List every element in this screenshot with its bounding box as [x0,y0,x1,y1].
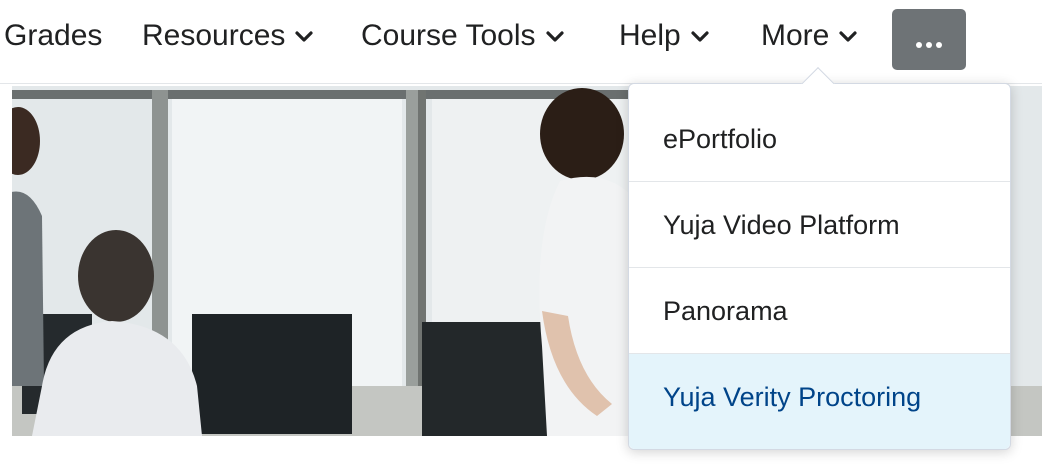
menu-item-label: Panorama [663,296,788,326]
menu-item-label: ePortfolio [663,124,778,154]
nav-item-grades[interactable]: Grades [4,14,102,58]
nav-item-label: More [761,19,830,52]
menu-item-panorama[interactable]: Panorama [629,268,1010,354]
nav-item-help[interactable]: Help [619,14,709,58]
dropdown-top-padding [629,84,1010,96]
chevron-down-icon [295,31,314,43]
ellipsis-icon [915,36,943,54]
menu-item-yuja-video-platform[interactable]: Yuja Video Platform [629,182,1010,268]
menu-item-label: Yuja Video Platform [663,210,900,240]
nav-item-label: Help [619,19,681,52]
nav-item-label: Grades [4,19,103,52]
nav-item-course-tools[interactable]: Course Tools [361,14,564,58]
menu-item-label: Yuja Verity Proctoring [663,382,922,412]
nav-item-label: Course Tools [361,19,536,52]
chevron-down-icon [839,31,857,43]
more-overflow-button[interactable] [892,9,966,70]
nav-item-label: Resources [142,19,286,52]
course-navbar: Grades Resources Course Tools Help More [0,0,1042,84]
chevron-down-icon [545,31,564,43]
menu-item-yuja-verity-proctoring[interactable]: Yuja Verity Proctoring [629,354,1010,449]
menu-item-eportfolio[interactable]: ePortfolio [629,96,1010,182]
nav-item-more[interactable]: More [761,14,857,58]
nav-item-resources[interactable]: Resources [142,14,314,58]
chevron-down-icon [691,31,709,43]
